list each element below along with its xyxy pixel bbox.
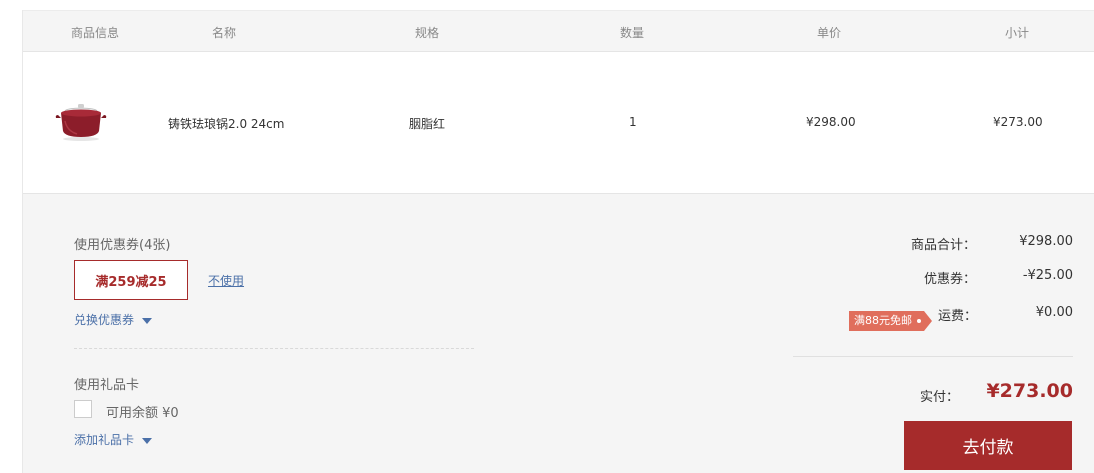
add-gift-card-label: 添加礼品卡 [74, 433, 135, 447]
redeem-coupon-link[interactable]: 兑换优惠券 [74, 311, 153, 328]
shipping-label: 运费： [938, 309, 978, 324]
table-row: 铸铁珐琅锅2.0 24cm 胭脂红 1 ¥298.00 ¥273.00 [23, 52, 1094, 194]
chevron-down-icon [142, 317, 153, 324]
paid-label: 实付： [920, 390, 960, 405]
table-header: 商品信息 名称 规格 数量 单价 小计 [23, 10, 1094, 52]
item-unit-price: ¥298.00 [806, 115, 856, 129]
gift-card-balance: 可用余额 ¥0 [106, 406, 179, 421]
header-subtotal: 小计 [1005, 26, 1030, 40]
summary-divider [793, 356, 1073, 357]
goods-total-value: ¥298.00 [1019, 234, 1073, 249]
goods-total-label: 商品合计： [911, 238, 977, 253]
item-quantity: 1 [629, 115, 637, 129]
add-gift-card-link[interactable]: 添加礼品卡 [74, 431, 153, 448]
shipping-value: ¥0.00 [1035, 305, 1073, 320]
header-product-info: 商品信息 [71, 26, 120, 40]
order-panel: 商品信息 名称 规格 数量 单价 小计 铸铁珐琅锅2.0 24cm 胭脂红 1 … [22, 10, 1094, 473]
header-name: 名称 [212, 26, 237, 40]
gift-card-section-label: 使用礼品卡 [74, 378, 140, 393]
gift-card-checkbox[interactable] [74, 400, 92, 418]
free-shipping-badge: 满88元免邮 [849, 311, 932, 331]
coupon-section-label: 使用优惠券(4张) [74, 238, 171, 253]
header-unit-price: 单价 [817, 26, 842, 40]
header-quantity: 数量 [620, 26, 645, 40]
redeem-coupon-label: 兑换优惠券 [74, 313, 135, 327]
item-name: 铸铁珐琅锅2.0 24cm [168, 117, 285, 131]
no-coupon-link[interactable]: 不使用 [208, 272, 244, 289]
discount-value: -¥25.00 [1022, 268, 1073, 283]
discount-label: 优惠券： [924, 272, 977, 287]
chevron-down-icon [142, 437, 153, 444]
checkout-panel: 使用优惠券(4张) 满259减25 不使用 兑换优惠券 使用礼品卡 可用余额 ¥… [23, 194, 1094, 473]
item-spec: 胭脂红 [409, 117, 446, 131]
pay-button[interactable]: 去付款 [904, 421, 1072, 470]
paid-total: ¥273.00 [986, 380, 1073, 402]
product-image-cast-iron-pot[interactable] [53, 97, 109, 145]
item-subtotal: ¥273.00 [993, 115, 1043, 129]
header-spec: 规格 [415, 26, 440, 40]
section-divider [74, 348, 474, 349]
selected-coupon[interactable]: 满259减25 [74, 260, 188, 300]
